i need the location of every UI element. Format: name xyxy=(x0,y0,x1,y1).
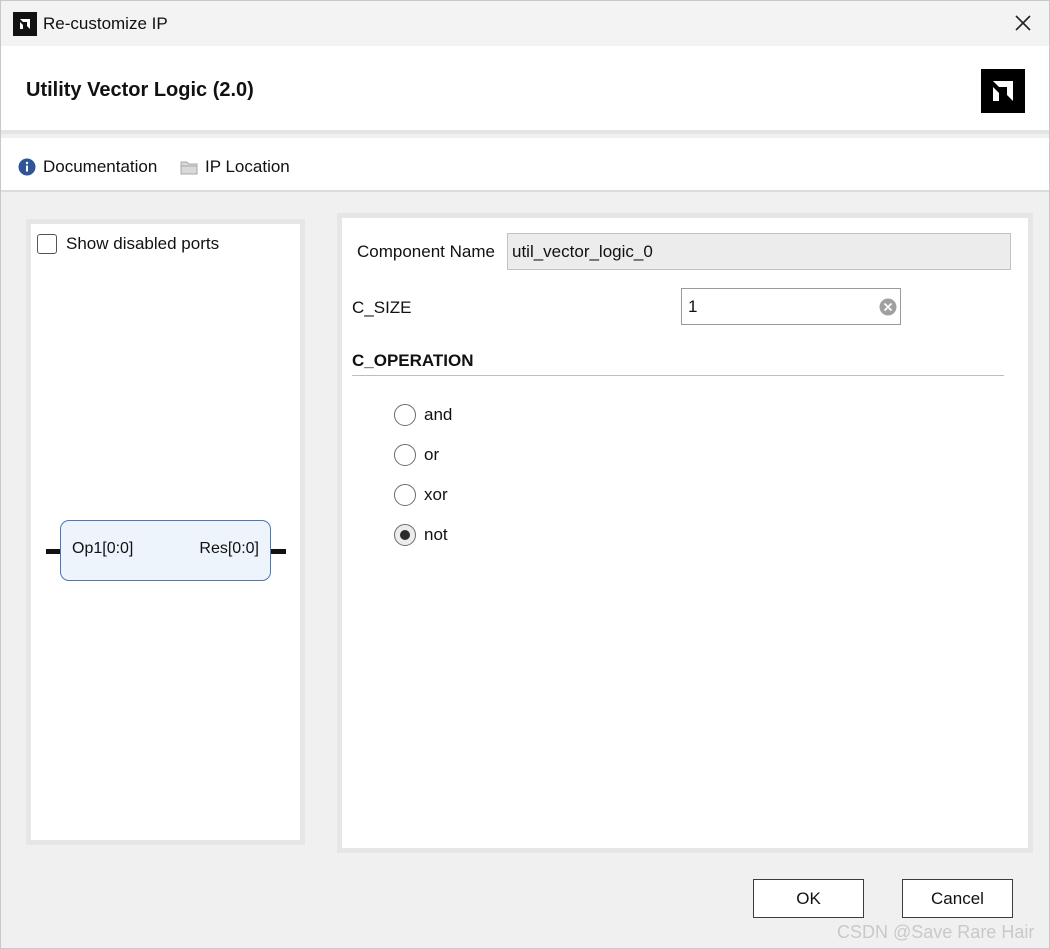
parameters-pane: Component Name util_vector_logic_0 C_SIZ… xyxy=(337,213,1033,853)
amd-logo-icon xyxy=(981,69,1025,113)
ip-symbol-block[interactable]: Op1[0:0] Res[0:0] xyxy=(60,520,271,581)
close-button[interactable] xyxy=(1011,11,1035,35)
re-customize-ip-dialog: Re-customize IP Utility Vector Logic (2.… xyxy=(0,0,1050,949)
ip-title: Utility Vector Logic (2.0) xyxy=(26,79,254,101)
radio-option-not[interactable]: not xyxy=(394,524,448,546)
component-name-label: Component Name xyxy=(357,242,495,261)
title-bar[interactable]: Re-customize IP xyxy=(1,1,1049,46)
output-port-line xyxy=(271,549,286,554)
radio-label-not: not xyxy=(424,525,448,544)
radio-not[interactable] xyxy=(394,524,416,546)
cancel-button[interactable]: Cancel xyxy=(902,879,1013,918)
watermark: CSDN @Save Rare Hair xyxy=(837,922,1035,942)
radio-xor[interactable] xyxy=(394,484,416,506)
close-icon xyxy=(1015,15,1031,31)
ip-location-label: IP Location xyxy=(205,157,290,176)
radio-selected-dot xyxy=(400,530,410,540)
section-divider xyxy=(352,375,1004,376)
radio-or[interactable] xyxy=(394,444,416,466)
clear-icon[interactable] xyxy=(879,298,897,316)
amd-logo-icon xyxy=(13,12,37,36)
radio-option-and[interactable]: and xyxy=(394,404,452,426)
c-size-value: 1 xyxy=(688,297,698,316)
c-size-field[interactable]: 1 xyxy=(681,288,901,325)
radio-label-or: or xyxy=(424,445,440,464)
documentation-label: Documentation xyxy=(43,157,158,176)
info-icon xyxy=(18,158,36,176)
window-title: Re-customize IP xyxy=(43,14,168,33)
ip-header: Utility Vector Logic (2.0) xyxy=(1,46,1049,134)
radio-option-or[interactable]: or xyxy=(394,444,439,466)
symbol-pane: Show disabled ports Op1[0:0] Res[0:0] xyxy=(26,219,305,845)
radio-option-xor[interactable]: xor xyxy=(394,484,448,506)
ip-location-button[interactable]: IP Location xyxy=(180,157,290,177)
input-port-line xyxy=(46,549,61,554)
radio-and[interactable] xyxy=(394,404,416,426)
show-disabled-ports-checkbox[interactable] xyxy=(37,234,57,254)
component-name-field[interactable]: util_vector_logic_0 xyxy=(507,233,1011,270)
radio-label-xor: xor xyxy=(424,485,448,504)
radio-label-and: and xyxy=(424,405,453,424)
c-size-label: C_SIZE xyxy=(352,298,412,317)
ok-button[interactable]: OK xyxy=(753,879,864,918)
documentation-button[interactable]: Documentation xyxy=(18,157,157,177)
folder-icon xyxy=(180,160,198,175)
show-disabled-ports-label: Show disabled ports xyxy=(66,234,220,253)
output-port-label: Res[0:0] xyxy=(199,540,259,557)
c-operation-title: C_OPERATION xyxy=(352,351,474,370)
input-port-label: Op1[0:0] xyxy=(72,540,134,557)
show-disabled-ports-option[interactable]: Show disabled ports xyxy=(37,234,219,254)
ip-toolbar: Documentation IP Location xyxy=(1,138,1049,192)
